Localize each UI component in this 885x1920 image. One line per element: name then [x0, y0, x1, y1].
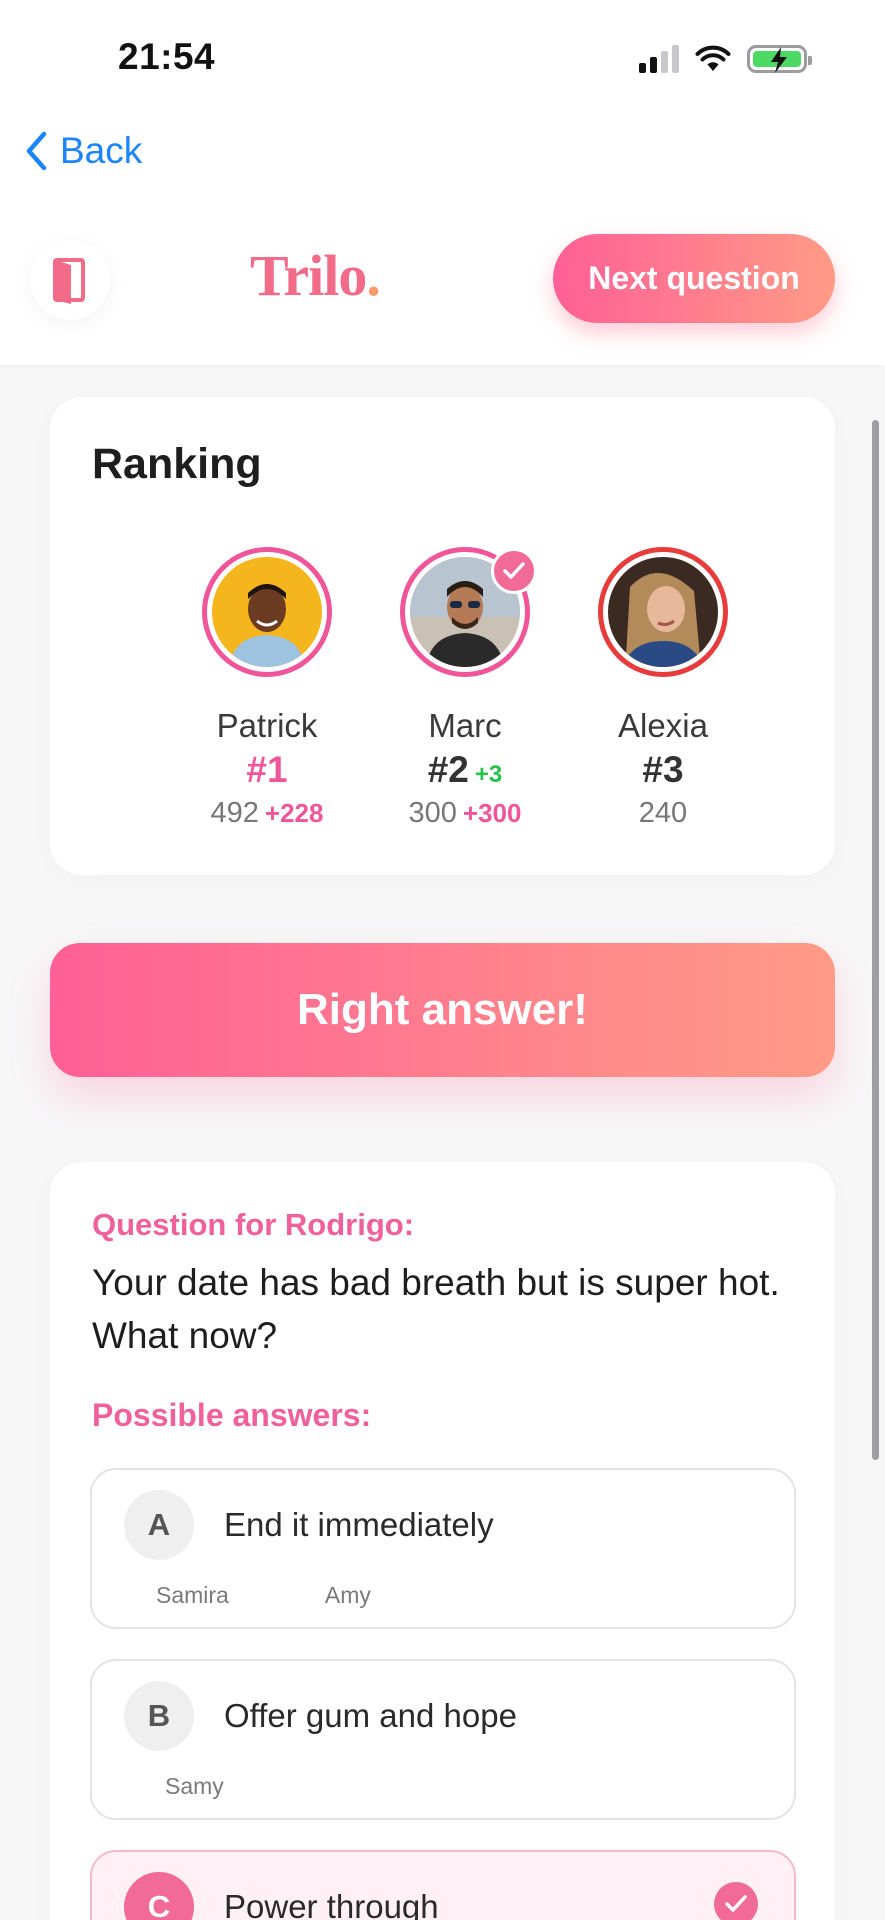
answer-letter: C — [124, 1872, 194, 1920]
answer-option-a[interactable]: A End it immediately Samira Amy — [90, 1468, 796, 1629]
correct-check-icon — [714, 1882, 758, 1920]
voter-name: Samy — [165, 1773, 224, 1799]
player-marc[interactable]: Marc #2 +3 300 +300 — [375, 547, 555, 830]
voter-name: Samira — [156, 1582, 229, 1608]
wifi-icon — [695, 45, 731, 71]
question-card: Question for Rodrigo: Your date has bad … — [50, 1162, 835, 1920]
player-rank: #1 — [246, 749, 288, 790]
player-name: Sa — [771, 707, 795, 745]
scrollbar[interactable] — [872, 420, 879, 1460]
chevron-left-icon — [26, 131, 47, 171]
possible-answers-label: Possible answers: — [92, 1397, 372, 1433]
rank-delta: +3 — [474, 761, 503, 788]
player-rank: #2 +3 — [427, 749, 503, 790]
app-logo: Trilo. — [250, 243, 381, 308]
answer-option-b[interactable]: B Offer gum and hope Samy — [90, 1659, 796, 1820]
exit-game-button[interactable] — [30, 240, 110, 320]
player-score: 2 — [771, 797, 795, 830]
door-icon — [53, 258, 85, 304]
avatar — [598, 547, 728, 677]
question-text: Your date has bad breath but is super ho… — [92, 1262, 780, 1356]
answer-voters: Samy — [165, 1773, 224, 1800]
player-score: 300 +300 — [408, 797, 522, 829]
avatar — [400, 547, 537, 677]
player-rank: #4 — [771, 749, 795, 791]
ranking-title: Ranking — [92, 440, 262, 488]
answer-text: End it immediately — [224, 1506, 494, 1543]
result-banner: Right answer! — [50, 943, 835, 1077]
answer-text: Power through — [224, 1888, 439, 1920]
battery-icon — [747, 45, 812, 73]
answer-option-c[interactable]: C Power through — [90, 1850, 796, 1920]
player-sa[interactable]: Sa #4 2 — [771, 547, 795, 830]
cellular-signal-icon — [639, 45, 679, 73]
status-icons — [639, 42, 812, 76]
player-rank: #3 — [642, 749, 684, 790]
player-name: Marc — [428, 707, 502, 744]
status-time: 21:54 — [118, 36, 216, 77]
player-score: 240 — [638, 797, 688, 829]
question-target-label: Question for Rodrigo: — [92, 1207, 415, 1242]
answer-voters: Samira Amy — [156, 1582, 371, 1609]
voter-name: Amy — [324, 1582, 371, 1608]
next-question-button[interactable]: Next question — [553, 234, 835, 323]
avatar — [202, 547, 332, 677]
answer-letter: A — [124, 1490, 194, 1560]
answer-text: Offer gum and hope — [224, 1697, 517, 1734]
players-carousel[interactable]: Patrick #1 492 +228 Marc #2 +3 300 +300 … — [50, 547, 795, 847]
answered-check-icon — [491, 548, 537, 594]
player-name: Alexia — [618, 707, 708, 744]
back-button[interactable]: Back — [24, 130, 142, 172]
top-bar: 21:54 Back Trilo. Next question — [0, 0, 885, 365]
answer-letter: B — [124, 1681, 194, 1751]
player-name: Patrick — [216, 707, 318, 744]
ranking-card: Ranking Patrick #1 492 +228 Marc #2 +3 3… — [50, 397, 835, 875]
player-patrick[interactable]: Patrick #1 492 +228 — [177, 547, 357, 830]
player-score: 492 +228 — [210, 797, 324, 829]
back-label: Back — [60, 130, 143, 171]
player-alexia[interactable]: Alexia #3 240 — [573, 547, 753, 830]
